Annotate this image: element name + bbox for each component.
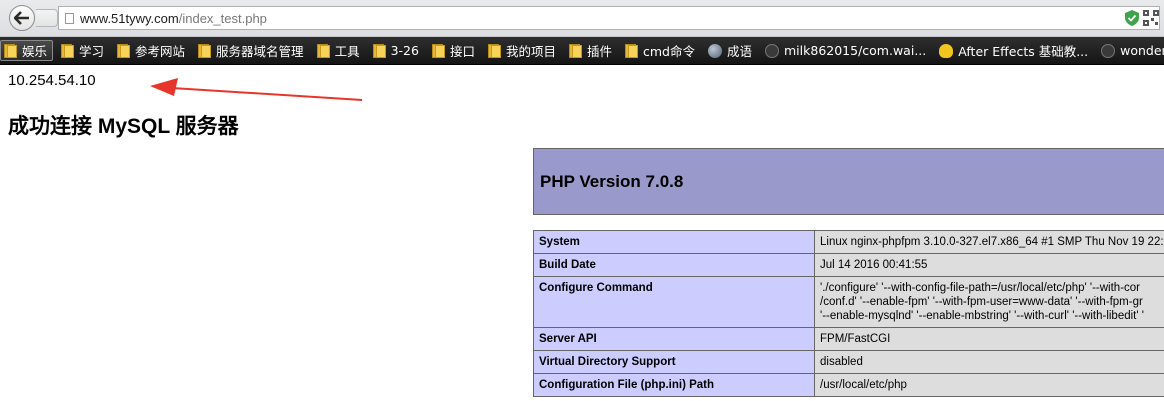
github-icon <box>1101 43 1116 58</box>
bookmark-label: milk862015/com.wai... <box>784 43 927 58</box>
bookmark-idioms[interactable]: 成语 <box>705 40 757 61</box>
address-bar[interactable]: www.51tywy.com/index_test.php <box>58 6 1160 30</box>
bookmark-folder-reference-sites[interactable]: 参考网站 <box>114 40 190 61</box>
github-icon <box>765 43 779 58</box>
phpinfo-value: Linux nginx-phpfpm 3.10.0-327.el7.x86_64… <box>814 230 1164 254</box>
url-host: www.51tywy.com <box>80 10 179 26</box>
bookmark-label: 娱乐 <box>22 44 48 59</box>
back-button[interactable] <box>9 5 35 31</box>
back-arrow-icon <box>14 11 29 25</box>
phpinfo-value: Jul 14 2016 00:41:55 <box>814 253 1164 277</box>
phpinfo-value: './configure' '--with-config-file-path=/… <box>814 276 1164 328</box>
duck-icon <box>939 43 954 58</box>
bookmark-folder-plugins[interactable]: 插件 <box>566 40 617 61</box>
table-row: Virtual Directory Support disabled <box>533 350 1164 374</box>
bookmark-label: 工具 <box>334 44 360 59</box>
bookmark-label: 学习 <box>79 44 105 59</box>
folder-icon <box>61 43 75 58</box>
phpinfo-value: FPM/FastCGI <box>814 327 1164 351</box>
bookmark-label: 我的项目 <box>505 44 556 59</box>
bookmark-folder-server-domain[interactable]: 服务器域名管理 <box>195 40 309 61</box>
bookmark-label: 3-26 <box>390 43 419 58</box>
phpinfo-value-line: '--enable-mysqlnd' '--enable-mbstring' '… <box>820 310 1144 322</box>
url-path: /index_test.php <box>178 10 267 26</box>
url-text[interactable]: www.51tywy.com/index_test.php <box>80 11 267 26</box>
red-arrow-annotation <box>150 78 363 101</box>
bookmark-label: 插件 <box>586 44 612 59</box>
table-row: System Linux nginx-phpfpm 3.10.0-327.el7… <box>533 230 1164 254</box>
bookmark-label: After Effects 基础教... <box>958 44 1089 59</box>
phpinfo-key: Server API <box>533 327 815 351</box>
qr-code-icon[interactable] <box>1143 10 1159 26</box>
bookmark-label: 接口 <box>449 44 475 59</box>
table-row: Server API FPM/FastCGI <box>533 327 1164 351</box>
bookmark-github-wonderyue[interactable]: wonderyue/Animato... <box>1098 40 1164 61</box>
folder-icon <box>487 43 501 58</box>
folder-icon <box>4 43 17 58</box>
phpinfo-key: Build Date <box>533 253 815 277</box>
table-row: Build Date Jul 14 2016 00:41:55 <box>533 253 1164 277</box>
folder-icon <box>431 43 445 58</box>
forward-button[interactable] <box>36 9 58 27</box>
bookmark-label: 参考网站 <box>135 44 186 59</box>
table-row: Configuration File (php.ini) Path /usr/l… <box>533 373 1164 397</box>
globe-icon <box>707 43 722 58</box>
bookmarks-bar: 娱乐 学习 参考网站 服务器域名管理 工具 3-26 接口 我的项目 插件 cm… <box>0 37 1164 65</box>
bookmark-folder-my-projects[interactable]: 我的项目 <box>485 40 561 61</box>
bookmark-folder-tools[interactable]: 工具 <box>314 40 365 61</box>
phpinfo-table: System Linux nginx-phpfpm 3.10.0-327.el7… <box>533 230 1164 397</box>
mysql-connect-heading: 成功连接 MySQL 服务器 <box>8 115 239 138</box>
bookmark-label: wonderyue/Animato... <box>1120 43 1164 58</box>
bookmark-label: 服务器域名管理 <box>216 44 304 59</box>
page-icon <box>65 12 74 24</box>
phpinfo-value: disabled <box>814 350 1164 374</box>
phpinfo-key: Virtual Directory Support <box>533 350 815 374</box>
ip-address-text: 10.254.54.10 <box>8 72 96 89</box>
phpinfo-key: Configure Command <box>533 276 815 328</box>
folder-icon <box>625 43 638 58</box>
folder-icon <box>316 43 330 58</box>
shield-icon[interactable] <box>1125 10 1139 26</box>
bookmark-folder-3-26[interactable]: 3-26 <box>370 40 424 61</box>
browser-toolbar: www.51tywy.com/index_test.php <box>0 0 1164 37</box>
folder-icon <box>117 43 131 58</box>
phpinfo-value-line: './configure' '--with-config-file-path=/… <box>820 282 1141 294</box>
bookmark-folder-entertainment[interactable]: 娱乐 <box>0 40 54 61</box>
bookmark-folder-cmd[interactable]: cmd命令 <box>622 40 700 61</box>
bookmark-label: cmd命令 <box>643 44 695 59</box>
table-row: Configure Command './configure' '--with-… <box>533 276 1164 328</box>
php-version-header: PHP Version 7.0.8 <box>533 148 1164 215</box>
bookmark-github-milk[interactable]: milk862015/com.wai... <box>762 40 931 61</box>
bookmark-folder-api[interactable]: 接口 <box>429 40 480 61</box>
folder-icon <box>372 43 386 58</box>
phpinfo-value-line: /conf.d' '--enable-fpm' '--with-fpm-user… <box>820 296 1143 308</box>
phpinfo-key: System <box>533 230 815 254</box>
bookmark-folder-study[interactable]: 学习 <box>58 40 109 61</box>
folder-icon <box>568 43 582 58</box>
php-version-title: PHP Version 7.0.8 <box>540 171 684 191</box>
bookmark-label: 成语 <box>726 44 752 59</box>
bookmark-after-effects[interactable]: After Effects 基础教... <box>936 40 1093 61</box>
phpinfo-key: Configuration File (php.ini) Path <box>533 373 815 397</box>
folder-icon <box>198 43 212 58</box>
phpinfo-value: /usr/local/etc/php <box>814 373 1164 397</box>
